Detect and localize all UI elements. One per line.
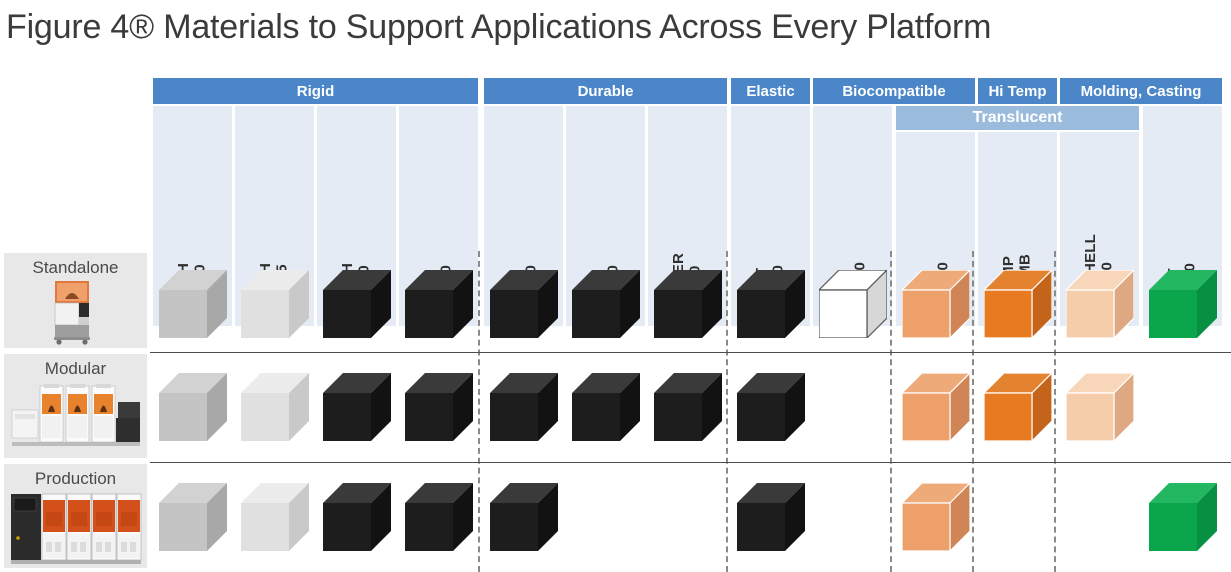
cube-production-flex-blk-10 — [490, 483, 558, 551]
cube-standalone-med-amb-10 — [902, 270, 970, 338]
group-header-rigid: Rigid — [153, 78, 478, 104]
row-label-text-standalone: Standalone — [32, 258, 119, 277]
cube-standalone-elast-blk-10 — [737, 270, 805, 338]
production-printer-icon — [10, 493, 141, 564]
cube-modular-pro-blk-10 — [405, 373, 473, 441]
row-label-text-production: Production — [34, 469, 117, 488]
cube-modular-hi-temp-300-amb — [984, 373, 1052, 441]
cube-modular-elast-blk-10 — [737, 373, 805, 441]
cube-modular-flex-blk-20 — [572, 373, 640, 441]
row-label-text-modular: Modular — [44, 359, 107, 378]
cube-production-tough-blk-20 — [323, 483, 391, 551]
cube-standalone-tough-gry-10 — [159, 270, 227, 338]
page-title: Figure 4® Materials to Support Applicati… — [6, 8, 991, 47]
standalone-printer-icon — [53, 281, 90, 345]
cube-standalone-rubber-blk-10 — [654, 270, 722, 338]
cube-modular-eggshell-amb-10 — [1066, 373, 1134, 441]
page-title-text: Figure 4® Materials to Support Applicati… — [6, 8, 992, 46]
group-header-durable: Durable — [484, 78, 727, 104]
cube-standalone-pro-blk-10 — [405, 270, 473, 338]
group-header-biocompatible: Biocompatible — [813, 78, 975, 104]
materials-platform-matrix: Rigid Durable Elastic Biocompatible Hi Temp M… — [0, 78, 1231, 572]
group-divider-1 — [478, 251, 480, 572]
cube-standalone-eggshell-amb-10 — [1066, 270, 1134, 338]
group-divider-5 — [1054, 251, 1056, 572]
sub-header-translucent: Translucent — [896, 106, 1139, 130]
cube-standalone-flex-blk-20 — [572, 270, 640, 338]
row-separator-1 — [150, 352, 1231, 353]
cube-modular-flex-blk-10 — [490, 373, 558, 441]
production-printer-photo — [4, 490, 147, 566]
group-header-molding-casting: Molding, Casting — [1060, 78, 1222, 104]
cube-production-jcast-grn-10 — [1149, 483, 1217, 551]
cube-standalone-jcast-grn-10 — [1149, 270, 1217, 338]
row-label-standalone: Standalone — [4, 253, 147, 348]
cube-production-med-amb-10 — [902, 483, 970, 551]
cube-modular-tough-blk-20 — [323, 373, 391, 441]
cube-production-tough-gry-15 — [241, 483, 309, 551]
cube-standalone-med-wht-10 — [819, 270, 887, 338]
group-header-hi-temp: Hi Temp — [978, 78, 1057, 104]
standalone-printer-photo — [4, 279, 147, 345]
cube-modular-rubber-blk-10 — [654, 373, 722, 441]
cube-standalone-flex-blk-10 — [490, 270, 558, 338]
row-separator-2 — [150, 462, 1231, 463]
cube-standalone-tough-gry-15 — [241, 270, 309, 338]
cube-modular-med-amb-10 — [902, 373, 970, 441]
cube-standalone-tough-blk-20 — [323, 270, 391, 338]
cube-modular-tough-gry-15 — [241, 373, 309, 441]
cube-production-elast-blk-10 — [737, 483, 805, 551]
group-divider-3 — [890, 251, 892, 572]
group-divider-4 — [972, 251, 974, 572]
group-divider-2 — [726, 251, 728, 572]
row-label-production: Production — [4, 464, 147, 568]
modular-printer-icon — [11, 384, 140, 446]
row-label-modular: Modular — [4, 354, 147, 458]
cube-modular-tough-gry-10 — [159, 373, 227, 441]
group-header-elastic: Elastic — [731, 78, 810, 104]
cube-production-pro-blk-10 — [405, 483, 473, 551]
modular-printer-photo — [4, 380, 147, 452]
cube-production-tough-gry-10 — [159, 483, 227, 551]
cube-standalone-hi-temp-300-amb — [984, 270, 1052, 338]
